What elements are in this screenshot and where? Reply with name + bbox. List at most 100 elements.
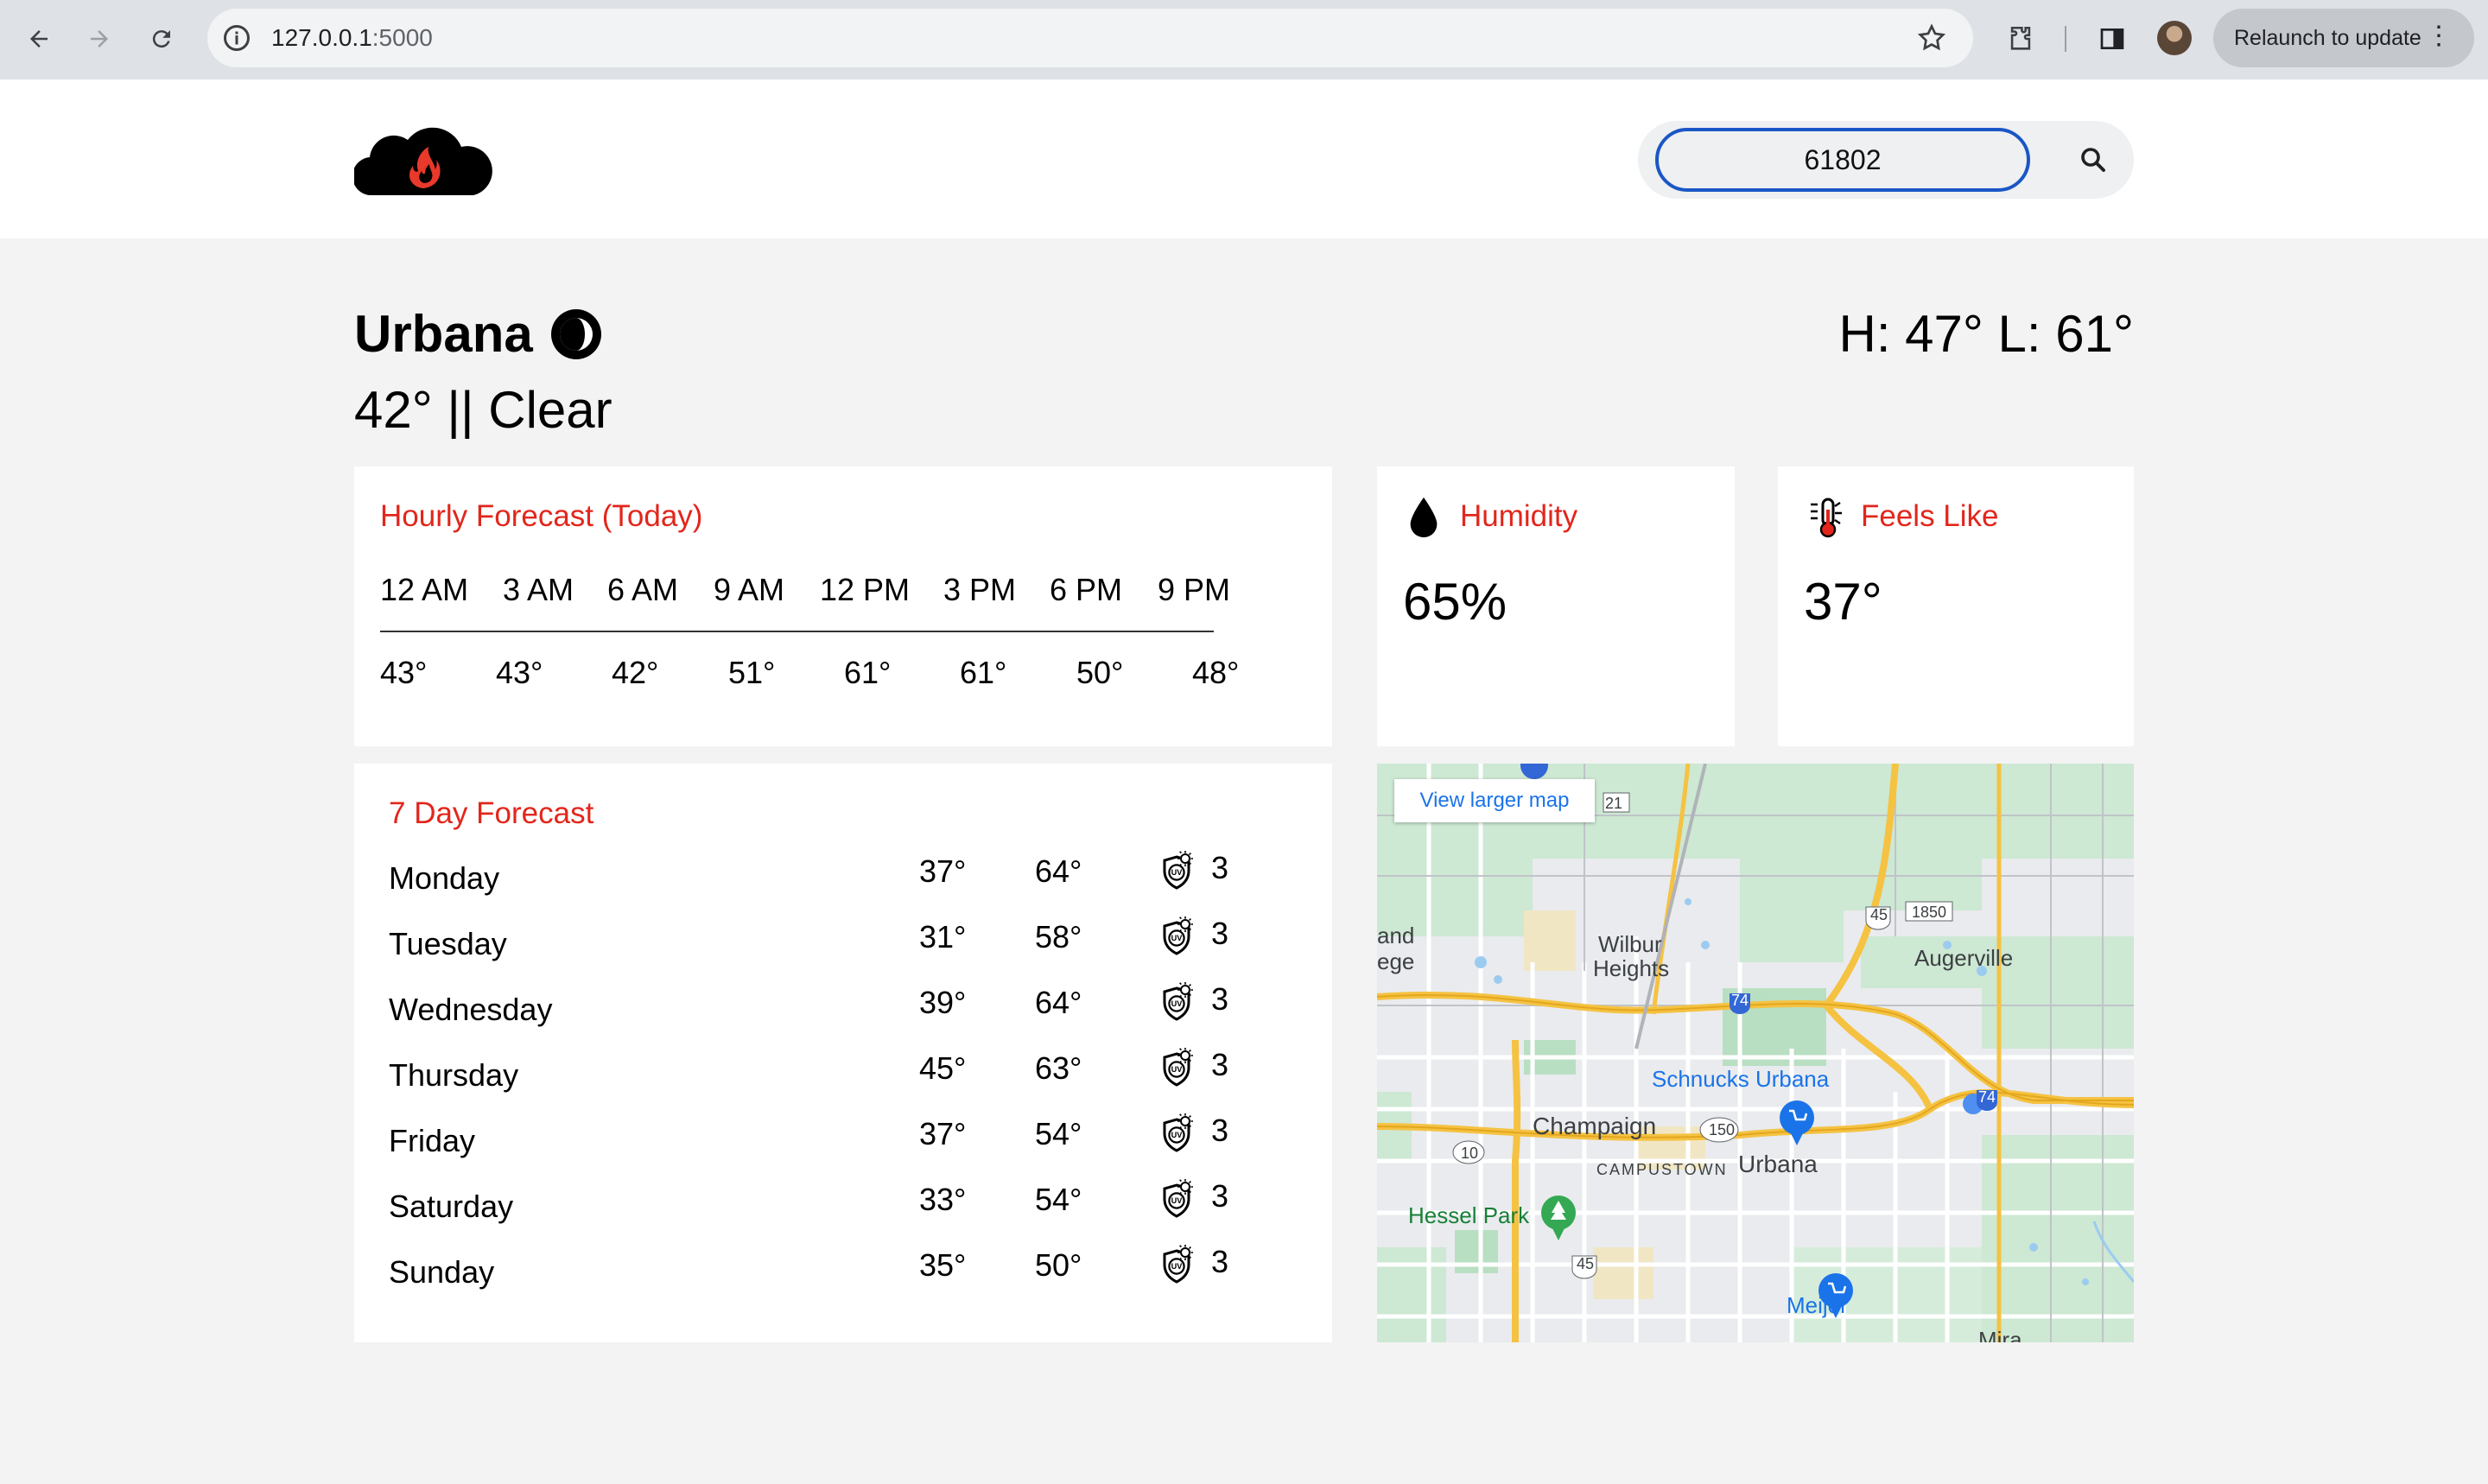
humidity-card: Humidity 65%: [1377, 466, 1735, 746]
day-name: Thursday: [389, 1057, 519, 1093]
interstate-74-label: 74: [1731, 992, 1749, 1009]
svg-text:UV: UV: [1171, 934, 1184, 942]
day-uv-index: 3: [1211, 1178, 1229, 1214]
feels-like-value: 37°: [1804, 573, 1882, 631]
map-place-label: Wilbur: [1598, 931, 1662, 957]
site-info-icon[interactable]: [221, 22, 252, 54]
map-place-label: ege: [1377, 948, 1415, 974]
route-45-label: 45: [1870, 906, 1888, 923]
route-1850-label: 1850: [1912, 904, 1947, 921]
address-bar[interactable]: 127.0.0.1:5000: [207, 9, 1973, 67]
hour-time: 6 AM: [607, 572, 679, 607]
day-uv-index: 3: [1211, 1113, 1229, 1148]
relaunch-label: Relaunch to update: [2234, 25, 2421, 50]
water-drop-icon: [1410, 497, 1438, 538]
day-high-temp: 63°: [1035, 1050, 1082, 1086]
svg-text:UV: UV: [1171, 868, 1184, 877]
interstate-74-label: 74: [1978, 1088, 1996, 1106]
map-poi-label[interactable]: Schnucks Urbana: [1652, 1066, 1829, 1093]
fire-cloud-logo-icon[interactable]: [354, 121, 492, 195]
day-uv-index: 3: [1211, 1244, 1229, 1279]
day-uv-index: 3: [1211, 981, 1229, 1017]
high-low-temps: H: 47° L: 61°: [1838, 305, 2134, 363]
seven-day-forecast-card: 7 Day Forecast Monday 37° 64° UV 3 Tuesday 31°…: [354, 764, 1332, 1342]
day-uv-index: 3: [1211, 850, 1229, 885]
hour-time: 3 AM: [503, 572, 574, 607]
day-high-temp: 54°: [1035, 1116, 1082, 1151]
uv-index-icon: UV: [1158, 1178, 1196, 1218]
uv-index-icon: UV: [1158, 1113, 1196, 1152]
hour-time: 12 PM: [820, 572, 911, 607]
hour-time: 9 PM: [1158, 572, 1231, 607]
hour-temp: 42°: [612, 655, 659, 690]
day-low-temp: 33°: [919, 1182, 967, 1217]
day-name: Friday: [389, 1123, 476, 1158]
map-park-label[interactable]: Hessel Park: [1408, 1202, 1529, 1229]
map-place-label: Heights: [1593, 955, 1670, 981]
route-10-label: 10: [1461, 1145, 1479, 1162]
zip-search-input[interactable]: [1655, 128, 2030, 192]
day-high-temp: 54°: [1035, 1182, 1082, 1217]
day-name: Tuesday: [389, 926, 507, 961]
hour-time: 9 AM: [714, 572, 785, 607]
hour-temp: 48°: [1192, 655, 1240, 690]
day-low-temp: 39°: [919, 985, 967, 1020]
hourly-divider: [380, 631, 1214, 632]
back-arrow-icon[interactable]: [17, 17, 60, 60]
extensions-icon[interactable]: [1999, 17, 2042, 60]
forward-arrow-icon[interactable]: [78, 17, 121, 60]
bookmark-star-icon[interactable]: [1916, 22, 1947, 54]
hour-time: 6 PM: [1050, 572, 1123, 607]
hourly-title: Hourly Forecast (Today): [380, 499, 703, 533]
more-menu-icon[interactable]: ⋮: [2426, 21, 2452, 52]
moon-phase-icon: [551, 309, 601, 359]
hourly-forecast-card: Hourly Forecast (Today) 12 AM 3 AM 6 AM …: [354, 466, 1332, 746]
location-map[interactable]: View larger map 21 45 1850 74 74 150 10 …: [1377, 764, 2134, 1342]
day-high-temp: 64°: [1035, 985, 1082, 1020]
uv-index-icon: UV: [1158, 1047, 1196, 1087]
relaunch-button[interactable]: Relaunch to update ⋮: [2213, 9, 2474, 67]
reload-icon[interactable]: [140, 17, 183, 60]
map-tiles: [1377, 764, 2134, 1342]
svg-text:UV: UV: [1171, 1262, 1184, 1271]
map-place-label: Champaign: [1533, 1113, 1657, 1139]
hour-temp: 61°: [844, 655, 892, 690]
map-poi-label[interactable]: Meijer: [1787, 1292, 1848, 1319]
day-uv-index: 3: [1211, 1047, 1229, 1082]
thermometer-icon: [1811, 498, 1842, 538]
map-place-label: Augerville: [1914, 945, 2014, 971]
day-low-temp: 37°: [919, 853, 967, 889]
seven-day-title: 7 Day Forecast: [389, 796, 594, 830]
search-icon[interactable]: [2072, 138, 2115, 181]
route-45-label: 45: [1577, 1255, 1595, 1272]
route-150-label: 150: [1709, 1121, 1736, 1138]
day-name: Monday: [389, 860, 500, 896]
day-low-temp: 37°: [919, 1116, 967, 1151]
svg-text:UV: UV: [1171, 1196, 1184, 1205]
humidity-title: Humidity: [1460, 499, 1578, 533]
city-name: Urbana: [354, 305, 533, 363]
day-uv-index: 3: [1211, 916, 1229, 951]
profile-avatar[interactable]: [2157, 21, 2192, 55]
hour-temp: 43°: [496, 655, 543, 690]
hour-time: 12 AM: [380, 572, 469, 607]
day-low-temp: 35°: [919, 1247, 967, 1283]
hour-temp: 61°: [960, 655, 1007, 690]
day-high-temp: 64°: [1035, 853, 1082, 889]
view-larger-map-link[interactable]: View larger map: [1394, 779, 1595, 822]
day-name: Wednesday: [389, 992, 553, 1027]
day-name: Sunday: [389, 1254, 495, 1290]
url-text: 127.0.0.1:5000: [271, 24, 433, 51]
svg-text:UV: UV: [1171, 999, 1184, 1008]
day-high-temp: 58°: [1035, 919, 1082, 954]
side-panel-icon[interactable]: [2091, 17, 2134, 60]
map-place-label: CAMPUSTOWN: [1596, 1161, 1728, 1178]
hour-temp: 43°: [380, 655, 428, 690]
feels-like-title: Feels Like: [1861, 499, 1999, 533]
day-high-temp: 50°: [1035, 1247, 1082, 1283]
map-place-label: Mira: [1978, 1327, 2022, 1342]
current-conditions: 42° || Clear: [354, 381, 612, 439]
svg-text:UV: UV: [1171, 1065, 1184, 1074]
uv-index-icon: UV: [1158, 850, 1196, 890]
hour-temp: 50°: [1076, 655, 1124, 690]
